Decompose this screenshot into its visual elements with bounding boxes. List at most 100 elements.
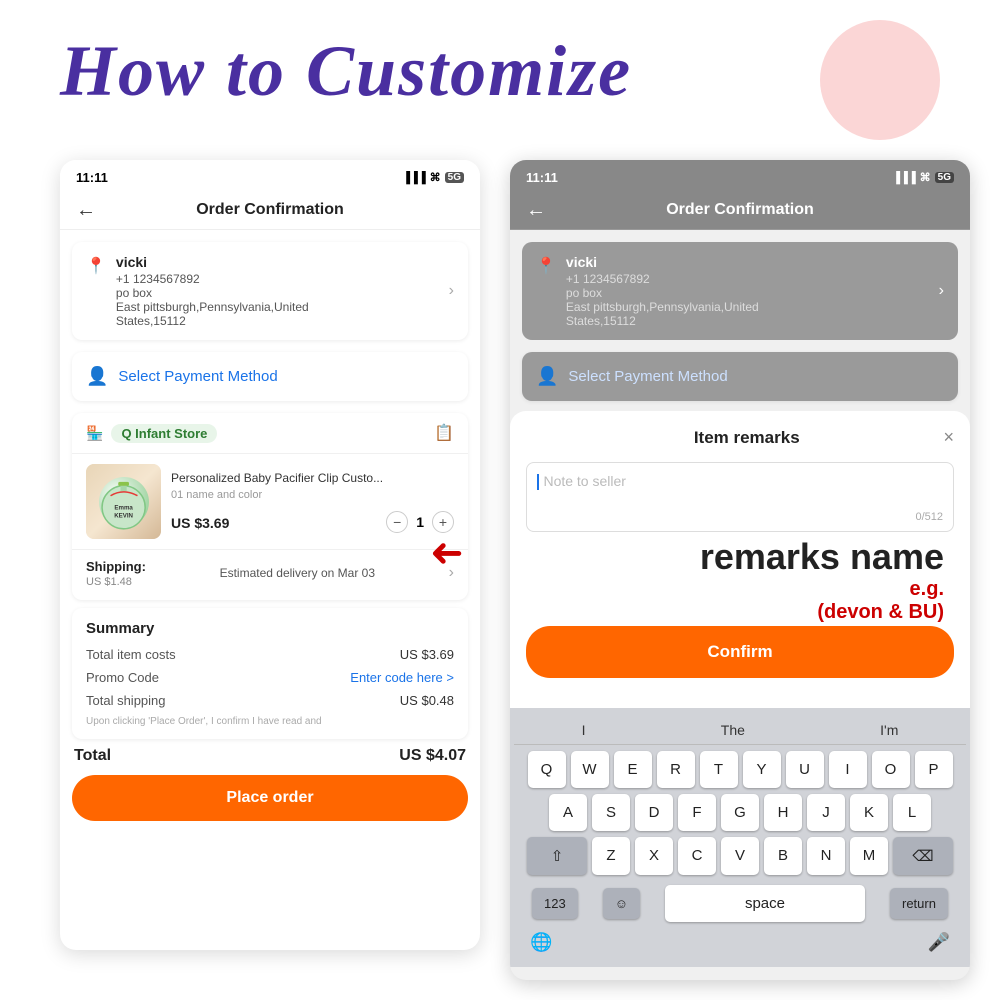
suggestion-the[interactable]: The — [721, 722, 745, 738]
remarks-modal-title: Item remarks — [550, 428, 943, 448]
key-k[interactable]: K — [850, 794, 888, 831]
right-network-badge: 5G — [935, 172, 954, 183]
left-payment-row[interactable]: 👤 Select Payment Method — [72, 352, 468, 401]
store-name-wrapper: 🏪 Q Infant Store — [86, 424, 217, 443]
mic-key[interactable]: 🎤 — [928, 932, 950, 953]
note-input-wrapper[interactable]: Note to seller 0/512 — [526, 462, 954, 532]
key-v[interactable]: V — [721, 837, 759, 875]
shift-key[interactable]: ⇧ — [527, 837, 587, 875]
key-u[interactable]: U — [786, 751, 824, 788]
summary-section: Summary Total item costs US $3.69 Promo … — [72, 608, 468, 739]
key-r[interactable]: R — [657, 751, 695, 788]
shipping-cost: US $1.48 — [86, 576, 146, 588]
summary-promo-row[interactable]: Promo Code Enter code here > — [86, 670, 454, 685]
product-info: Personalized Baby Pacifier Clip Custo...… — [171, 470, 454, 534]
remarks-close-button[interactable]: × — [943, 427, 954, 448]
suggestion-i[interactable]: I — [582, 722, 586, 738]
keyboard-row-2: A S D F G H J K L — [514, 794, 966, 831]
summary-promo-value[interactable]: Enter code here > — [350, 670, 454, 685]
suggestion-im[interactable]: I'm — [880, 722, 898, 738]
store-note-icon[interactable]: 📋 — [434, 423, 454, 443]
key-s[interactable]: S — [592, 794, 630, 831]
emoji-key[interactable]: ☺ — [603, 888, 640, 919]
summary-item-costs-row: Total item costs US $3.69 — [86, 647, 454, 662]
right-header-title: Order Confirmation — [666, 201, 814, 219]
key-x[interactable]: X — [635, 837, 673, 875]
left-address-phone: +1 1234567892 — [116, 272, 449, 286]
confirm-button[interactable]: Confirm — [526, 626, 954, 678]
product-price: US $3.69 — [171, 515, 229, 531]
right-address-line1: po box — [566, 286, 939, 300]
cursor-indicator — [537, 474, 539, 490]
place-order-button[interactable]: Place order — [72, 775, 468, 821]
bg-decoration-pink — [820, 20, 940, 140]
annotation-remarks-name: remarks name — [700, 536, 944, 578]
right-wifi-icon: ⌘ — [920, 171, 931, 184]
keyboard-bottom-row: 123 ☺ space return — [514, 881, 966, 926]
summary-shipping-label: Total shipping — [86, 693, 166, 708]
product-row: Emma KEVIN Personalized Baby Pacifier Cl… — [72, 454, 468, 549]
page-title: How to Customize — [60, 30, 632, 113]
key-w[interactable]: W — [571, 751, 609, 788]
svg-text:KEVIN: KEVIN — [114, 512, 133, 519]
summary-promo-label: Promo Code — [86, 670, 159, 685]
right-address-content: vicki +1 1234567892 po box East pittsbur… — [566, 254, 939, 328]
key-z[interactable]: Z — [592, 837, 630, 875]
left-back-button[interactable]: ← — [76, 199, 96, 222]
right-payment-row[interactable]: 👤 Select Payment Method — [522, 352, 958, 401]
key-t[interactable]: T — [700, 751, 738, 788]
right-status-bar: 11:11 ▐▐▐ ⌘ 5G — [510, 160, 970, 191]
shipping-delivery: Estimated delivery on Mar 03 — [220, 566, 375, 580]
key-c[interactable]: C — [678, 837, 716, 875]
right-back-button[interactable]: ← — [526, 199, 546, 222]
store-icon: 🏪 — [86, 425, 103, 442]
right-address-line2: East pittsburgh,Pennsylvania,United — [566, 300, 939, 314]
shipping-row: Shipping: US $1.48 Estimated delivery on… — [72, 549, 468, 600]
remarks-header: Item remarks × — [526, 427, 954, 448]
right-payment-label: Select Payment Method — [568, 368, 727, 385]
return-key[interactable]: return — [890, 888, 948, 919]
keyboard-extras-row: 🌐 🎤 — [514, 926, 966, 959]
key-m[interactable]: M — [850, 837, 888, 875]
total-value: US $4.07 — [399, 747, 466, 765]
left-address-content: vicki +1 1234567892 po box East pittsbur… — [116, 254, 449, 328]
left-address-line2: East pittsburgh,Pennsylvania,United — [116, 300, 449, 314]
space-key[interactable]: space — [665, 885, 865, 922]
left-address-line3: States,15112 — [116, 314, 449, 328]
summary-item-costs-label: Total item costs — [86, 647, 176, 662]
left-address-card[interactable]: 📍 vicki +1 1234567892 po box East pittsb… — [72, 242, 468, 340]
key-q[interactable]: Q — [528, 751, 566, 788]
key-d[interactable]: D — [635, 794, 673, 831]
left-phone-screenshot: 11:11 ▐▐▐ ⌘ 5G ← Order Confirmation 📍 vi… — [60, 160, 480, 950]
key-p[interactable]: P — [915, 751, 953, 788]
numbers-key[interactable]: 123 — [532, 888, 578, 919]
key-a[interactable]: A — [549, 794, 587, 831]
left-time: 11:11 — [76, 170, 108, 185]
key-g[interactable]: G — [721, 794, 759, 831]
right-address-card[interactable]: 📍 vicki +1 1234567892 po box East pittsb… — [522, 242, 958, 340]
globe-key[interactable]: 🌐 — [530, 932, 552, 953]
wifi-icon: ⌘ — [430, 171, 441, 184]
quantity-decrease-button[interactable]: − — [386, 511, 408, 533]
key-y[interactable]: Y — [743, 751, 781, 788]
key-j[interactable]: J — [807, 794, 845, 831]
left-payment-label: Select Payment Method — [118, 368, 277, 385]
key-h[interactable]: H — [764, 794, 802, 831]
key-f[interactable]: F — [678, 794, 716, 831]
address-chevron-icon: › — [449, 282, 454, 300]
right-address-name: vicki — [566, 254, 939, 270]
delete-key[interactable]: ⌫ — [893, 837, 953, 875]
key-l[interactable]: L — [893, 794, 931, 831]
key-e[interactable]: E — [614, 751, 652, 788]
keyboard-row-3: ⇧ Z X C V B N M ⌫ — [514, 837, 966, 875]
location-icon: 📍 — [86, 256, 106, 276]
key-o[interactable]: O — [872, 751, 910, 788]
key-b[interactable]: B — [764, 837, 802, 875]
key-n[interactable]: N — [807, 837, 845, 875]
right-signal-icon: ▐▐▐ — [892, 172, 915, 184]
shipping-info: Shipping: US $1.48 — [86, 558, 146, 588]
key-i[interactable]: I — [829, 751, 867, 788]
summary-item-costs-value: US $3.69 — [400, 647, 454, 662]
left-header-title: Order Confirmation — [196, 201, 344, 219]
right-status-icons: ▐▐▐ ⌘ 5G — [892, 171, 954, 184]
